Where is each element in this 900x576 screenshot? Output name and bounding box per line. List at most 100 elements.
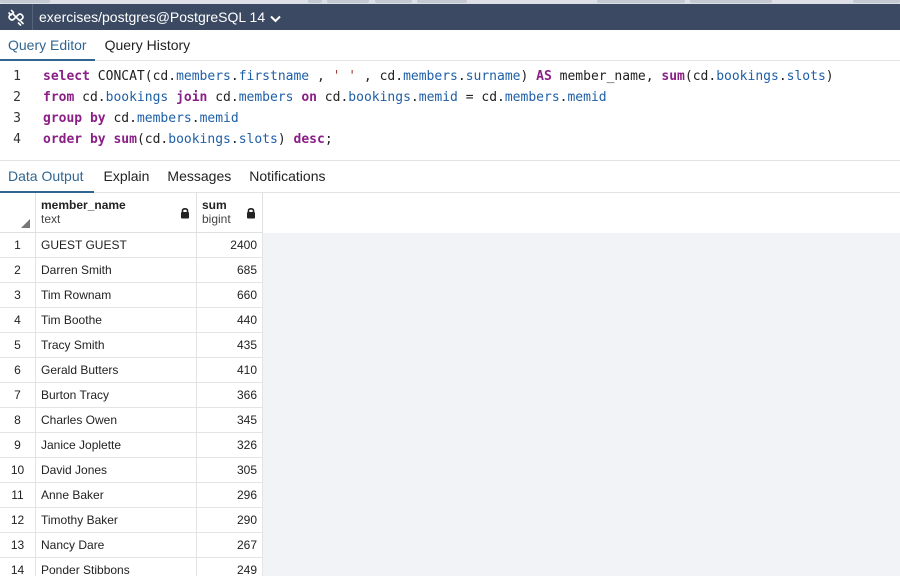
cell-sum[interactable]: 366 [197,383,263,408]
cell-sum[interactable]: 249 [197,558,263,576]
connection-selector[interactable]: exercises/postgres@PostgreSQL 14 [33,9,281,26]
cell-member-name[interactable]: Timothy Baker [36,508,197,533]
cell-sum[interactable]: 410 [197,358,263,383]
table-row[interactable]: 2 Darren Smith 685 [0,258,263,283]
cell-sum[interactable]: 440 [197,308,263,333]
sql-editor[interactable]: 1 select CONCAT(cd.members.firstname , ' … [0,62,900,159]
table-row[interactable]: 7 Burton Tracy 366 [0,383,263,408]
tab-explain[interactable]: Explain [96,161,160,193]
row-number[interactable]: 3 [0,283,36,308]
table-row[interactable]: 13 Nancy Dare 267 [0,533,263,558]
code-token: memid [199,111,239,126]
cell-member-name[interactable]: Anne Baker [36,483,197,508]
code-token: members [504,90,560,105]
code-line[interactable]: 1 select CONCAT(cd.members.firstname , ' … [0,66,834,87]
cell-member-name[interactable]: GUEST GUEST [36,233,197,258]
cell-sum[interactable]: 345 [197,408,263,433]
cell-member-name[interactable]: Burton Tracy [36,383,197,408]
cell-sum[interactable]: 685 [197,258,263,283]
table-row[interactable]: 12 Timothy Baker 290 [0,508,263,533]
code-token: firstname [238,69,310,84]
cell-member-name[interactable]: Charles Owen [36,408,197,433]
cell-sum[interactable]: 267 [197,533,263,558]
cell-sum[interactable]: 305 [197,458,263,483]
code-token: ) [277,132,294,147]
code-token: = cd. [457,90,505,105]
row-number[interactable]: 8 [0,408,36,433]
code-token: . [457,69,466,84]
row-number[interactable]: 7 [0,383,36,408]
row-number[interactable]: 5 [0,333,36,358]
table-row[interactable]: 3 Tim Rownam 660 [0,283,263,308]
tab-notifications[interactable]: Notifications [241,161,335,193]
row-number[interactable]: 6 [0,358,36,383]
row-number[interactable]: 14 [0,558,36,576]
row-number[interactable]: 2 [0,258,36,283]
table-row[interactable]: 8 Charles Owen 345 [0,408,263,433]
code-token: on [301,90,317,105]
grid-rows: 1 GUEST GUEST 2400 2 Darren Smith 685 3 Tim Row… [0,233,263,576]
cell-member-name[interactable]: Tim Rownam [36,283,197,308]
row-number[interactable]: 12 [0,508,36,533]
cell-member-name[interactable]: Ponder Stibbons [36,558,197,576]
code-token: . [230,69,239,84]
result-grid: member_name text sum bigint 1 GUEST GUEST… [0,193,900,576]
code-token: from [43,90,75,105]
row-number[interactable]: 4 [0,308,36,333]
row-number[interactable]: 13 [0,533,36,558]
cell-member-name[interactable]: Tracy Smith [36,333,197,358]
code-token: AS [536,69,552,84]
code-token: . [410,90,419,105]
table-row[interactable]: 5 Tracy Smith 435 [0,333,263,358]
editor-tabs: Query Editor Query History [0,30,900,61]
table-row[interactable]: 6 Gerald Butters 410 [0,358,263,383]
code-token: bookings [168,132,231,147]
cell-sum[interactable]: 290 [197,508,263,533]
table-row[interactable]: 14 Ponder Stibbons 249 [0,558,263,576]
cell-member-name[interactable]: David Jones [36,458,197,483]
table-row[interactable]: 9 Janice Joplette 326 [0,433,263,458]
cell-sum[interactable]: 2400 [197,233,263,258]
tab-query-history[interactable]: Query History [97,30,199,61]
line-number: 4 [13,132,21,147]
cell-sum[interactable]: 660 [197,283,263,308]
connection-bar: exercises/postgres@PostgreSQL 14 [0,4,900,30]
code-line[interactable]: 2 from cd.bookings join cd.members on cd.… [0,87,607,108]
cell-member-name[interactable]: Darren Smith [36,258,197,283]
column-header-member-name[interactable]: member_name text [36,193,197,233]
cell-sum[interactable]: 435 [197,333,263,358]
row-number[interactable]: 1 [0,233,36,258]
cell-member-name[interactable]: Gerald Butters [36,358,197,383]
column-header-sum[interactable]: sum bigint [197,193,263,233]
select-all-corner[interactable] [0,193,36,233]
row-number[interactable]: 11 [0,483,36,508]
table-row[interactable]: 1 GUEST GUEST 2400 [0,233,263,258]
row-number[interactable]: 10 [0,458,36,483]
code-line[interactable]: 4 order by sum(cd.bookings.slots) desc; [0,129,333,150]
code-token: , [309,69,333,84]
code-token: ' ' [332,69,357,84]
cell-sum[interactable]: 326 [197,433,263,458]
cell-member-name[interactable]: Tim Boothe [36,308,197,333]
code-line[interactable]: 3 group by cd.members.memid [0,108,239,129]
code-token: cd. [74,90,106,105]
table-row[interactable]: 10 David Jones 305 [0,458,263,483]
code-token: sum [661,69,685,84]
code-token: members [176,69,231,84]
code-text: order by sum(cd.bookings.slots) desc; [43,129,333,150]
cell-member-name[interactable]: Janice Joplette [36,433,197,458]
cell-member-name[interactable]: Nancy Dare [36,533,197,558]
cell-sum[interactable]: 296 [197,483,263,508]
tab-query-editor[interactable]: Query Editor [0,30,95,61]
line-number: 3 [13,111,21,126]
table-row[interactable]: 4 Tim Boothe 440 [0,308,263,333]
code-token: , cd. [356,69,404,84]
table-row[interactable]: 11 Anne Baker 296 [0,483,263,508]
tab-messages[interactable]: Messages [159,161,241,193]
row-number[interactable]: 9 [0,433,36,458]
plug-icon[interactable] [0,4,33,30]
tab-data-output[interactable]: Data Output [0,161,94,193]
code-token: . [778,69,787,84]
code-token: select [43,69,90,84]
code-token: cd. [316,90,349,105]
